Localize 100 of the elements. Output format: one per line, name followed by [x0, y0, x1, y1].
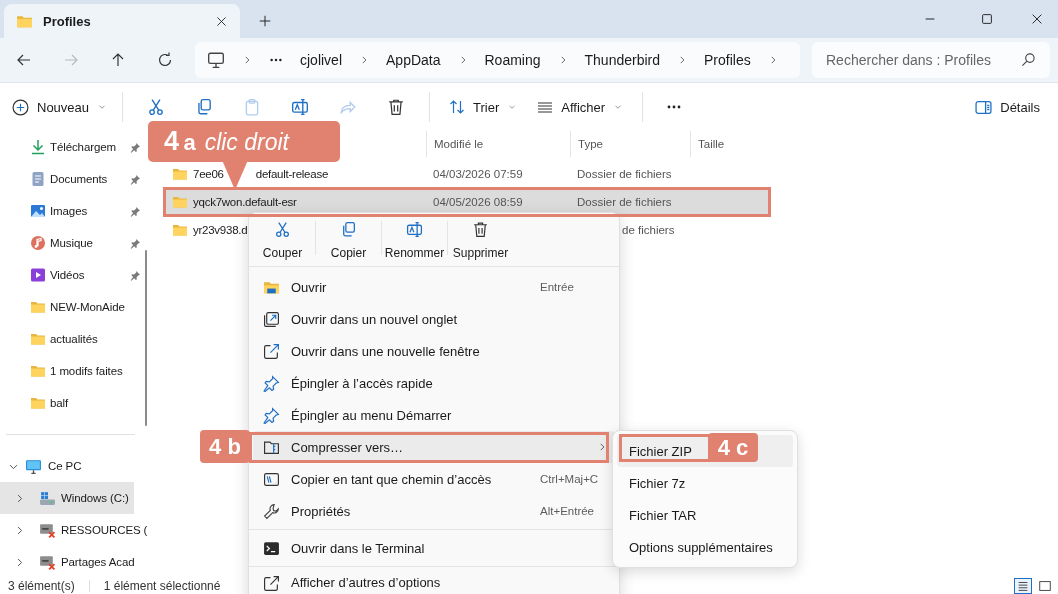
scrollbar[interactable] [145, 250, 147, 426]
rename-icon [406, 221, 423, 238]
pin-icon [130, 141, 141, 153]
scissors-icon [274, 221, 291, 238]
breadcrumb-item[interactable]: Profiles [704, 52, 751, 68]
details-button[interactable]: Détails [969, 89, 1046, 125]
file-name: yqck7won.default-esr [193, 196, 297, 208]
sidebar-item[interactable]: Musique [0, 227, 145, 259]
external-icon [263, 575, 280, 592]
video-icon [30, 267, 46, 283]
pin-icon [130, 173, 141, 185]
chevron-icon[interactable] [242, 55, 252, 65]
column-header[interactable]: Modifié le [426, 131, 570, 157]
address-bar[interactable]: cjolivel AppData Roaming Thunderbird Profiles [195, 42, 800, 78]
pin-icon [130, 269, 141, 281]
sidebar-item[interactable]: balf [0, 387, 145, 419]
tab[interactable]: Profiles [4, 4, 240, 38]
sort-button[interactable]: Trier [443, 89, 524, 125]
new-window-icon [263, 342, 280, 360]
new-button[interactable]: Nouveau [6, 89, 114, 125]
details-view-button[interactable] [1014, 578, 1032, 594]
menu-item[interactable]: Ouvrir Entrée [253, 271, 615, 303]
search-field[interactable]: Rechercher dans : Profiles [812, 42, 1050, 78]
drive-icon [39, 489, 56, 507]
sidebar-item[interactable]: actualités [0, 323, 145, 355]
folder-icon [30, 395, 46, 411]
sidebar-item[interactable]: Images [0, 195, 145, 227]
new-tab-icon [263, 310, 280, 328]
close-tab-icon[interactable] [215, 14, 228, 28]
breadcrumb-item[interactable]: cjolivel [300, 52, 342, 68]
image-icon [30, 203, 46, 219]
list-view-icon [1016, 579, 1030, 593]
file-row[interactable]: 7ee06 default-release 04/03/2026 07:59 Dossier de fichiers [166, 160, 768, 188]
menu-item[interactable]: Copier en tant que chemin d’accès Ctrl+Maj+C [253, 463, 615, 495]
computer-icon [25, 457, 42, 475]
folder-icon [30, 331, 46, 347]
file-type: Dossier de fichiers [576, 168, 672, 180]
file-name: default-release [255, 168, 329, 180]
sidebar-item[interactable]: Vidéos [0, 259, 145, 291]
breadcrumb-item[interactable]: Thunderbird [584, 52, 661, 68]
keyboard-shortcut: Alt+Entrée [540, 505, 595, 517]
menu-item[interactable]: Ouvrir dans le Terminal [253, 532, 615, 564]
menu-item[interactable]: Épingler à l’accès rapide [253, 367, 615, 399]
step-label: 4 b [200, 430, 250, 463]
trash-icon [472, 221, 489, 238]
details-pane-icon [975, 98, 993, 116]
copy-path-icon [263, 470, 280, 488]
sidebar-item[interactable]: Partages Acad [0, 546, 145, 578]
document-icon [30, 171, 46, 187]
modified-date: 04/03/2026 07:59 [432, 168, 524, 180]
terminal-icon [263, 539, 280, 557]
menu-item[interactable]: Ouvrir dans un nouvel onglet [253, 303, 615, 335]
pin-icon [130, 205, 141, 217]
view-icon [537, 99, 554, 115]
sort-icon [449, 99, 466, 115]
chevron-icon[interactable] [359, 55, 369, 65]
plus-icon [258, 14, 272, 28]
modified-date: 04/05/2026 08:59 [432, 196, 524, 208]
selection-count: 1 élément sélectionné [103, 579, 221, 593]
menu-item[interactable]: Ouvrir dans une nouvelle fenêtre [253, 335, 615, 367]
sidebar-item[interactable]: Téléchargem [0, 131, 145, 163]
column-header[interactable]: Type [570, 131, 690, 157]
tiles-view-button[interactable] [1036, 578, 1054, 594]
menu-item[interactable]: Épingler au menu Démarrer [253, 399, 615, 431]
sidebar-item[interactable]: NEW-MonAide [0, 291, 145, 323]
file-name: yr23v938.d [193, 224, 248, 236]
folder-icon [172, 166, 188, 182]
menu-item[interactable]: Propriétés Alt+Entrée [253, 495, 615, 527]
menu-item[interactable]: Options supplémentaires [617, 531, 793, 563]
maximize-icon [979, 12, 994, 26]
sidebar-item[interactable]: Windows (C:) [0, 482, 134, 514]
music-icon [30, 235, 46, 251]
breadcrumb-item[interactable]: Roaming [484, 52, 541, 68]
item-count: 3 élément(s) [8, 579, 75, 593]
folder-icon [172, 222, 188, 238]
tiles-view-icon [1038, 579, 1052, 593]
sidebar-item[interactable]: Ce PC [0, 450, 145, 482]
plus-circle-icon [12, 98, 29, 116]
menu-item[interactable]: Afficher d’autres d’options [253, 569, 615, 591]
step-label: 4 c [708, 433, 758, 462]
menu-item[interactable]: Fichier 7z [617, 467, 793, 499]
pin-icon [263, 374, 280, 392]
view-button[interactable]: Afficher [531, 89, 630, 125]
tab-title: Profiles [43, 13, 92, 29]
file-type: Dossier de fichiers [576, 196, 672, 208]
column-header[interactable]: Taille [690, 131, 770, 157]
download-icon [30, 139, 46, 155]
menu-item[interactable]: Fichier TAR [617, 499, 793, 531]
sidebar-item[interactable]: RESSOURCES ( [0, 514, 145, 546]
wrench-icon [263, 502, 280, 520]
file-type: de fichiers [621, 224, 675, 236]
keyboard-shortcut: Entrée [540, 281, 574, 293]
breadcrumb-item[interactable]: AppData [386, 52, 441, 68]
copy-icon [340, 221, 357, 238]
keyboard-shortcut: Ctrl+Maj+C [540, 473, 599, 485]
folder-icon [30, 299, 46, 315]
folder-icon [30, 363, 46, 379]
sidebar-item[interactable]: 1 modifs faites [0, 355, 145, 387]
sidebar-item[interactable]: Documents [0, 163, 145, 195]
pin-icon [130, 237, 141, 249]
